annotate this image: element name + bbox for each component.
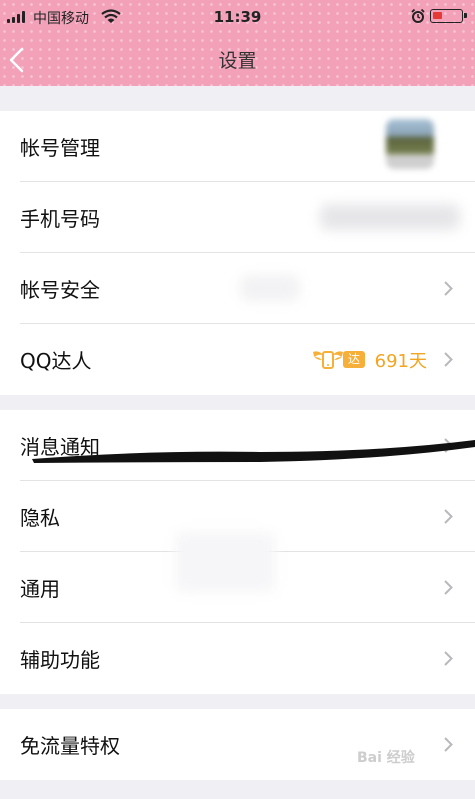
row-label: 通用: [20, 577, 60, 601]
chevron-right-icon: [444, 580, 453, 595]
watermark: Bai 经验: [357, 750, 415, 766]
chevron-right-icon: [444, 281, 453, 296]
settings-row-account-management[interactable]: 帐号管理: [0, 111, 475, 182]
row-label: 手机号码: [20, 207, 100, 231]
data-plan-group: 免流量特权: [0, 709, 475, 780]
status-bar: 中国移动 11:39: [0, 0, 475, 34]
row-label: 帐号安全: [20, 278, 100, 302]
chevron-right-icon: [444, 352, 453, 367]
settings-row-notifications[interactable]: 消息通知: [0, 410, 475, 481]
general-settings-group: 消息通知 隐私 通用 辅助功能: [0, 410, 475, 694]
row-label: 隐私: [20, 506, 60, 530]
wings-phone-icon: [313, 351, 343, 369]
chevron-right-icon: [444, 737, 453, 752]
master-days-value: 691天: [374, 351, 427, 372]
master-badge-label: 达人: [343, 351, 366, 383]
account-settings-group: 帐号管理 手机号码 帐号安全 QQ达人 达人 691天: [0, 111, 475, 395]
settings-row-phone-number[interactable]: 手机号码: [0, 182, 475, 253]
row-label: 免流量特权: [20, 734, 120, 758]
page-title: 设置: [218, 50, 257, 72]
settings-row-qq-master[interactable]: QQ达人 达人 691天: [0, 324, 475, 395]
chevron-right-icon: [444, 651, 453, 666]
settings-row-accessibility[interactable]: 辅助功能: [0, 623, 475, 694]
clock-time: 11:39: [213, 8, 262, 26]
chevron-right-icon: [444, 438, 453, 453]
battery-icon: [430, 9, 467, 23]
settings-row-general[interactable]: 通用: [0, 532, 475, 623]
row-label: QQ达人: [20, 349, 92, 373]
settings-row-free-data-privilege[interactable]: 免流量特权: [0, 709, 475, 780]
row-label: 辅助功能: [20, 648, 100, 672]
row-label: 帐号管理: [20, 136, 100, 160]
row-label: 消息通知: [20, 435, 100, 459]
phone-number-blurred: [320, 204, 460, 230]
avatar: [386, 119, 434, 169]
alarm-clock-icon: [411, 8, 425, 23]
chevron-right-icon: [444, 509, 453, 524]
navigation-bar: 设置: [0, 34, 475, 86]
settings-row-account-security[interactable]: 帐号安全: [0, 253, 475, 324]
header-bar: 中国移动 11:39 设置: [0, 0, 475, 86]
